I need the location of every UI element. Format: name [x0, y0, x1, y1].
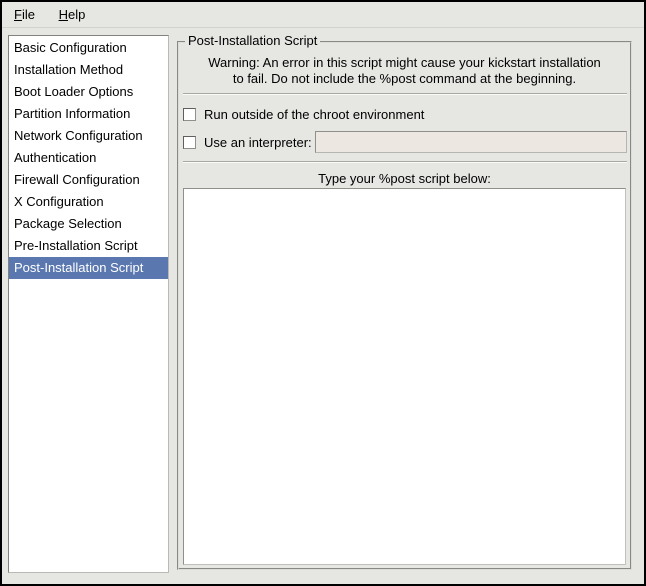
sidebar-item-firewall-configuration[interactable]: Firewall Configuration: [9, 169, 168, 191]
interpreter-checkbox-row[interactable]: Use an interpreter:: [183, 132, 312, 152]
sidebar-item-partition-information[interactable]: Partition Information: [9, 103, 168, 125]
chroot-checkbox-row[interactable]: Run outside of the chroot environment: [183, 104, 424, 124]
sidebar-item-basic-configuration[interactable]: Basic Configuration: [9, 37, 168, 59]
menu-help[interactable]: Help: [49, 2, 96, 26]
section-list: Basic Configuration Installation Method …: [8, 35, 169, 573]
post-script-textarea[interactable]: [183, 188, 626, 565]
kickstart-configurator-window: File Help Basic Configuration Installati…: [0, 0, 646, 586]
sidebar-item-installation-method[interactable]: Installation Method: [9, 59, 168, 81]
menu-bar: File Help: [2, 2, 644, 28]
sidebar-item-network-configuration[interactable]: Network Configuration: [9, 125, 168, 147]
sidebar-item-x-configuration[interactable]: X Configuration: [9, 191, 168, 213]
sidebar-item-package-selection[interactable]: Package Selection: [9, 213, 168, 235]
sidebar-item-boot-loader-options[interactable]: Boot Loader Options: [9, 81, 168, 103]
sidebar-item-authentication[interactable]: Authentication: [9, 147, 168, 169]
interpreter-input[interactable]: [315, 131, 627, 153]
chroot-checkbox[interactable]: [183, 108, 196, 121]
script-prompt-label: Type your %post script below:: [179, 171, 630, 186]
post-installation-script-panel: Post-Installation Script Warning: An err…: [177, 41, 632, 570]
separator: [183, 93, 627, 95]
separator: [183, 161, 627, 163]
interpreter-checkbox-label[interactable]: Use an interpreter:: [204, 135, 312, 150]
sidebar-item-pre-installation-script[interactable]: Pre-Installation Script: [9, 235, 168, 257]
interpreter-checkbox[interactable]: [183, 136, 196, 149]
chroot-checkbox-label[interactable]: Run outside of the chroot environment: [204, 107, 424, 122]
warning-text: Warning: An error in this script might c…: [179, 55, 630, 87]
warning-line-2: to fail. Do not include the %post comman…: [179, 71, 630, 87]
menu-file[interactable]: File: [4, 2, 45, 26]
panel-title: Post-Installation Script: [185, 33, 320, 48]
sidebar-item-post-installation-script[interactable]: Post-Installation Script: [9, 257, 168, 279]
warning-line-1: Warning: An error in this script might c…: [179, 55, 630, 71]
